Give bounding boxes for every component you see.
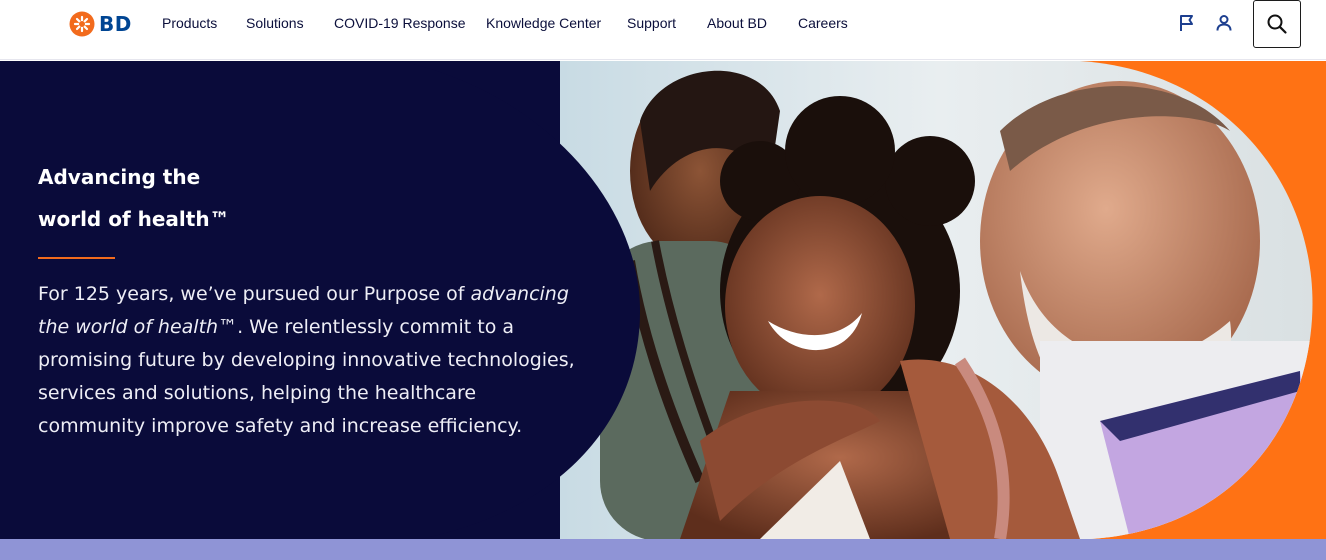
hero-title-line-1: Advancing the: [38, 165, 201, 189]
user-icon[interactable]: [1214, 13, 1234, 33]
nav-knowledge-center[interactable]: Knowledge Center: [486, 14, 601, 32]
nav-support[interactable]: Support: [627, 14, 676, 32]
hero-accent-rule: [38, 257, 115, 259]
nav-careers[interactable]: Careers: [798, 14, 848, 32]
search-button[interactable]: [1253, 0, 1301, 48]
nav-products[interactable]: Products: [162, 14, 217, 32]
hero-banner: Advancing the world of health™ For 125 y…: [0, 61, 1326, 539]
nav-solutions[interactable]: Solutions: [246, 14, 304, 32]
nav-about-bd[interactable]: About BD: [707, 14, 767, 32]
bd-starburst-logo-icon: [69, 11, 95, 37]
logo-text: BD: [99, 12, 132, 36]
bd-logo[interactable]: BD: [69, 11, 132, 37]
flag-icon[interactable]: [1177, 13, 1197, 33]
hero-title: Advancing the world of health™: [38, 156, 418, 240]
hero-title-line-2: world of health™: [38, 207, 230, 231]
section-divider-band: [0, 539, 1326, 560]
nav-covid-19-response[interactable]: COVID-19 Response: [334, 14, 466, 32]
site-header: BD Products Solutions COVID-19 Response …: [0, 0, 1326, 60]
hero-copy-intro: For 125 years, we’ve pursued our Purpose…: [38, 283, 471, 305]
search-icon: [1267, 14, 1287, 34]
hero-description: For 125 years, we’ve pursued our Purpose…: [38, 278, 578, 443]
